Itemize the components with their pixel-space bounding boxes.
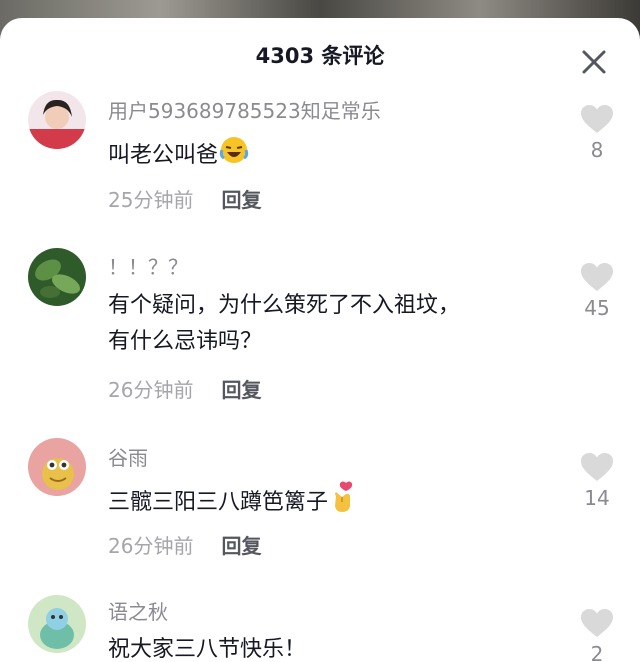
comment-time: 26分钟前 xyxy=(108,534,194,558)
comment-meta: 26分钟前 回复 xyxy=(108,534,261,558)
reply-button[interactable]: 回复 xyxy=(221,534,261,558)
like-button[interactable]: 14 xyxy=(574,452,620,510)
avatar[interactable] xyxy=(28,248,86,306)
comment-text-line: 有什么忌讳吗？ xyxy=(108,329,263,354)
comment-count-title: 4303 条评论 xyxy=(255,44,385,68)
close-icon[interactable] xyxy=(578,46,610,78)
comment-text-line: 有个疑问，为什么策死了不入祖坟， xyxy=(108,293,461,318)
heart-icon[interactable] xyxy=(580,452,614,482)
comment-text-line: 三髋三阳三八蹲笆篱子 xyxy=(108,490,329,515)
comment-username[interactable]: 谷雨 xyxy=(108,446,148,470)
comments-sheet: 4303 条评论 用户593689785523知足常乐 叫老公叫爸 25分钟前回… xyxy=(0,18,640,662)
reply-button[interactable]: 回复 xyxy=(221,188,261,212)
laughing-crying-emoji xyxy=(218,134,250,178)
finger-heart-emoji xyxy=(328,480,358,526)
like-count: 14 xyxy=(584,486,610,510)
like-count: 2 xyxy=(590,642,604,662)
like-button[interactable]: 2 xyxy=(574,608,620,662)
heart-icon[interactable] xyxy=(580,262,614,292)
avatar[interactable] xyxy=(28,595,86,653)
comment-meta: 26分钟前 回复 xyxy=(108,378,261,402)
like-count: 45 xyxy=(584,296,610,320)
comment-text-line: 祝大家三八节快乐！ xyxy=(108,637,307,662)
avatar[interactable] xyxy=(28,438,86,496)
comment-time: 25分钟前 xyxy=(108,188,194,212)
comment-text-line: 叫老公叫爸 xyxy=(108,143,219,168)
comment-text: 有个疑问，为什么策死了不入祖坟， 有什么忌讳吗？ xyxy=(108,288,558,360)
heart-icon[interactable] xyxy=(580,104,614,134)
comment-text: 祝大家三八节快乐！ xyxy=(108,632,558,662)
like-button[interactable]: 45 xyxy=(574,262,620,320)
comment-username[interactable]: 用户593689785523知足常乐 xyxy=(108,99,381,123)
avatar[interactable] xyxy=(28,91,86,149)
comment-time: 26分钟前 xyxy=(108,378,194,402)
like-button[interactable]: 8 xyxy=(574,104,620,162)
comment-username[interactable]: 语之秋 xyxy=(108,600,168,624)
heart-icon[interactable] xyxy=(580,608,614,638)
comment-text: 三髋三阳三八蹲笆篱子 xyxy=(108,480,558,526)
like-count: 8 xyxy=(590,138,604,162)
comment-username[interactable]: ！！？？ xyxy=(108,255,188,279)
comment-text: 叫老公叫爸 xyxy=(108,134,558,178)
reply-button[interactable]: 回复 xyxy=(221,378,261,402)
comment-meta: 25分钟前 回复 xyxy=(108,188,261,212)
